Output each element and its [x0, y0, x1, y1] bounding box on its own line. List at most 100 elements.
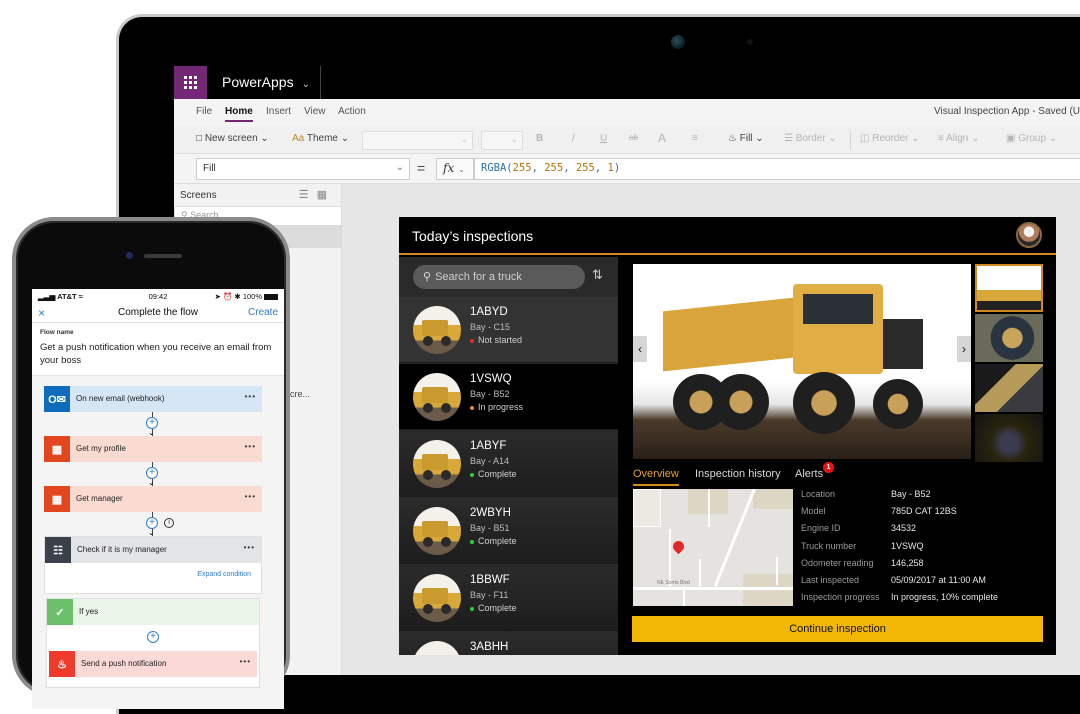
strikethrough-button[interactable]: ab — [629, 133, 638, 142]
previous-image-button[interactable]: ‹ — [633, 336, 647, 362]
condition-card: ☷ Check if it is my manager ••• Expand c… — [44, 536, 262, 594]
condition-icon: ☷ — [45, 537, 71, 563]
flow-step[interactable]: O✉ On new email (webhook) ••• — [44, 386, 262, 412]
theme-button[interactable]: Aa Theme ⌄ — [292, 133, 349, 144]
more-options-button[interactable]: ••• — [245, 392, 256, 401]
menu-file[interactable]: File — [196, 106, 212, 117]
flow-step[interactable]: ☷ Check if it is my manager ••• — [45, 537, 261, 563]
add-step-button[interactable]: + — [147, 631, 159, 643]
webcam-icon — [671, 35, 685, 49]
truck-id: 2WBYH — [470, 507, 511, 519]
formula-bar: Fill ⌄ = fx ⌄ RGBA(255, 255, 255, 1) — [174, 154, 1080, 184]
font-family-select[interactable]: ⌄ — [362, 131, 473, 150]
flow-name-value[interactable]: Get a push notification when you receive… — [40, 341, 276, 367]
create-button[interactable]: Create — [248, 307, 278, 318]
powerapps-studio: PowerApps ⌄ File Home Insert View Action … — [174, 66, 1080, 675]
truck-bay: Bay - B51 — [470, 523, 510, 533]
truck-search-input[interactable]: ⚲ Search for a truck — [413, 265, 585, 289]
truck-bay: Bay - C15 — [470, 322, 511, 332]
nav-bar: × Complete the flow Create — [32, 303, 284, 323]
if-yes-header[interactable]: ✓ If yes — [47, 599, 259, 625]
panel-view-toggles[interactable]: ☰▦ — [299, 188, 335, 201]
property-select[interactable]: Fill ⌄ — [196, 158, 410, 180]
status-bar: ▂▃▅ AT&T ≈ 09:42 ➤ ⏰ ✱ 100% — [32, 289, 284, 303]
underline-button[interactable]: U — [600, 133, 607, 144]
expand-condition-link[interactable]: Expand condition — [197, 571, 251, 578]
truck-row[interactable]: 3ABHH Bay - B09 — [399, 632, 618, 655]
new-screen-button[interactable]: □ New screen ⌄ — [196, 133, 269, 144]
app-launcher-button[interactable] — [174, 66, 207, 99]
text-align-button[interactable]: ≡ — [692, 133, 698, 144]
location-map[interactable]: NE Sorrts Blvd — [633, 489, 793, 606]
truck-row[interactable]: 1BBWF Bay - F11 Complete — [399, 565, 618, 631]
flow-step[interactable]: ♨ Send a push notification ••• — [49, 651, 257, 677]
next-image-button[interactable]: › — [957, 336, 971, 362]
sort-icon[interactable]: ⇅ — [592, 267, 603, 283]
light-sensor — [747, 39, 753, 45]
image-thumbnail-selected[interactable] — [975, 264, 1043, 312]
map-pin-icon — [670, 538, 687, 555]
more-options-button[interactable]: ••• — [245, 492, 256, 501]
truck-row[interactable]: 2WBYH Bay - B51 Complete — [399, 498, 618, 564]
truck-row[interactable]: 1ABYD Bay - C15 Not started — [399, 297, 618, 363]
continue-inspection-button[interactable]: Continue inspection — [632, 616, 1043, 642]
menu-view[interactable]: View — [304, 106, 326, 117]
flow-step[interactable]: ▦ Get manager ••• — [44, 486, 262, 512]
tab-overview[interactable]: Overview — [633, 468, 679, 486]
status-dot — [470, 338, 474, 343]
property-row: Inspection progress In progress, 10% comp… — [801, 592, 999, 603]
fill-button[interactable]: ♨ Fill ⌄ — [728, 133, 764, 144]
more-options-button[interactable]: ••• — [244, 543, 255, 552]
menu-insert[interactable]: Insert — [266, 106, 291, 117]
tab-inspection-history[interactable]: Inspection history — [695, 468, 781, 480]
image-thumbnails — [975, 264, 1043, 464]
truck-row-selected[interactable]: 1VSWQ Bay - B52 In progress — [399, 364, 618, 430]
image-thumbnail[interactable] — [975, 314, 1043, 362]
truck-thumbnail — [413, 440, 461, 488]
detail-tabs: Overview Inspection history Alerts 1 — [633, 462, 1053, 490]
status-dot — [470, 472, 474, 477]
tab-alerts[interactable]: Alerts — [795, 468, 823, 480]
font-color-button[interactable]: A — [658, 131, 666, 145]
truck-status: Complete — [470, 469, 517, 479]
border-icon: ☰ — [784, 133, 793, 144]
image-thumbnail[interactable] — [975, 414, 1043, 462]
italic-button[interactable]: / — [572, 133, 575, 144]
flow-step[interactable]: ▦ Get my profile ••• — [44, 436, 262, 462]
bluetooth-icon: ✱ — [234, 292, 241, 301]
align-button[interactable]: ≡ Align ⌄ — [938, 133, 980, 144]
border-button[interactable]: ☰ Border ⌄ — [784, 133, 837, 144]
top-bar: PowerApps ⌄ — [174, 66, 1080, 99]
truck-row[interactable]: 1ABYF Bay - A14 Complete — [399, 431, 618, 497]
app-name-menu[interactable]: PowerApps ⌄ — [222, 66, 310, 99]
flow-name-field[interactable]: Flow name Get a push notification when y… — [32, 323, 284, 376]
info-icon[interactable]: i — [164, 518, 174, 528]
menu-home[interactable]: Home — [225, 106, 253, 122]
grid-view-icon[interactable]: ▦ — [317, 189, 335, 201]
formula-input[interactable]: RGBA(255, 255, 255, 1) — [474, 158, 1080, 180]
truck-hero-image: ‹ › — [633, 264, 971, 459]
bell-icon: ♨ — [49, 651, 75, 677]
font-size-select[interactable]: ⌄ — [481, 131, 523, 150]
group-button[interactable]: ▣ Group ⌄ — [1006, 133, 1057, 144]
user-avatar[interactable] — [1016, 222, 1042, 248]
theme-icon: Aa — [292, 133, 305, 144]
bold-button[interactable]: B — [536, 133, 543, 144]
chevron-down-icon: ⌄ — [301, 79, 310, 90]
group-icon: ▣ — [1006, 133, 1016, 144]
reorder-button[interactable]: ◫ Reorder ⌄ — [860, 133, 920, 144]
truck-detail-panel: ‹ › Overview Inspection history Alerts 1 — [618, 257, 1056, 655]
more-options-button[interactable]: ••• — [240, 657, 251, 666]
menu-bar: File Home Insert View Action Visual Insp… — [174, 99, 1080, 127]
more-options-button[interactable]: ••• — [245, 442, 256, 451]
list-view-icon[interactable]: ☰ — [299, 189, 317, 201]
checkmark-icon: ✓ — [47, 599, 73, 625]
location-icon: ➤ — [214, 292, 221, 301]
image-thumbnail[interactable] — [975, 364, 1043, 412]
panel-title: Screens — [180, 190, 217, 201]
truck-status: In progress — [470, 402, 523, 412]
truck-thumbnail — [413, 574, 461, 622]
front-camera-icon — [126, 252, 133, 259]
function-button[interactable]: fx ⌄ — [436, 158, 474, 180]
menu-action[interactable]: Action — [338, 106, 366, 117]
